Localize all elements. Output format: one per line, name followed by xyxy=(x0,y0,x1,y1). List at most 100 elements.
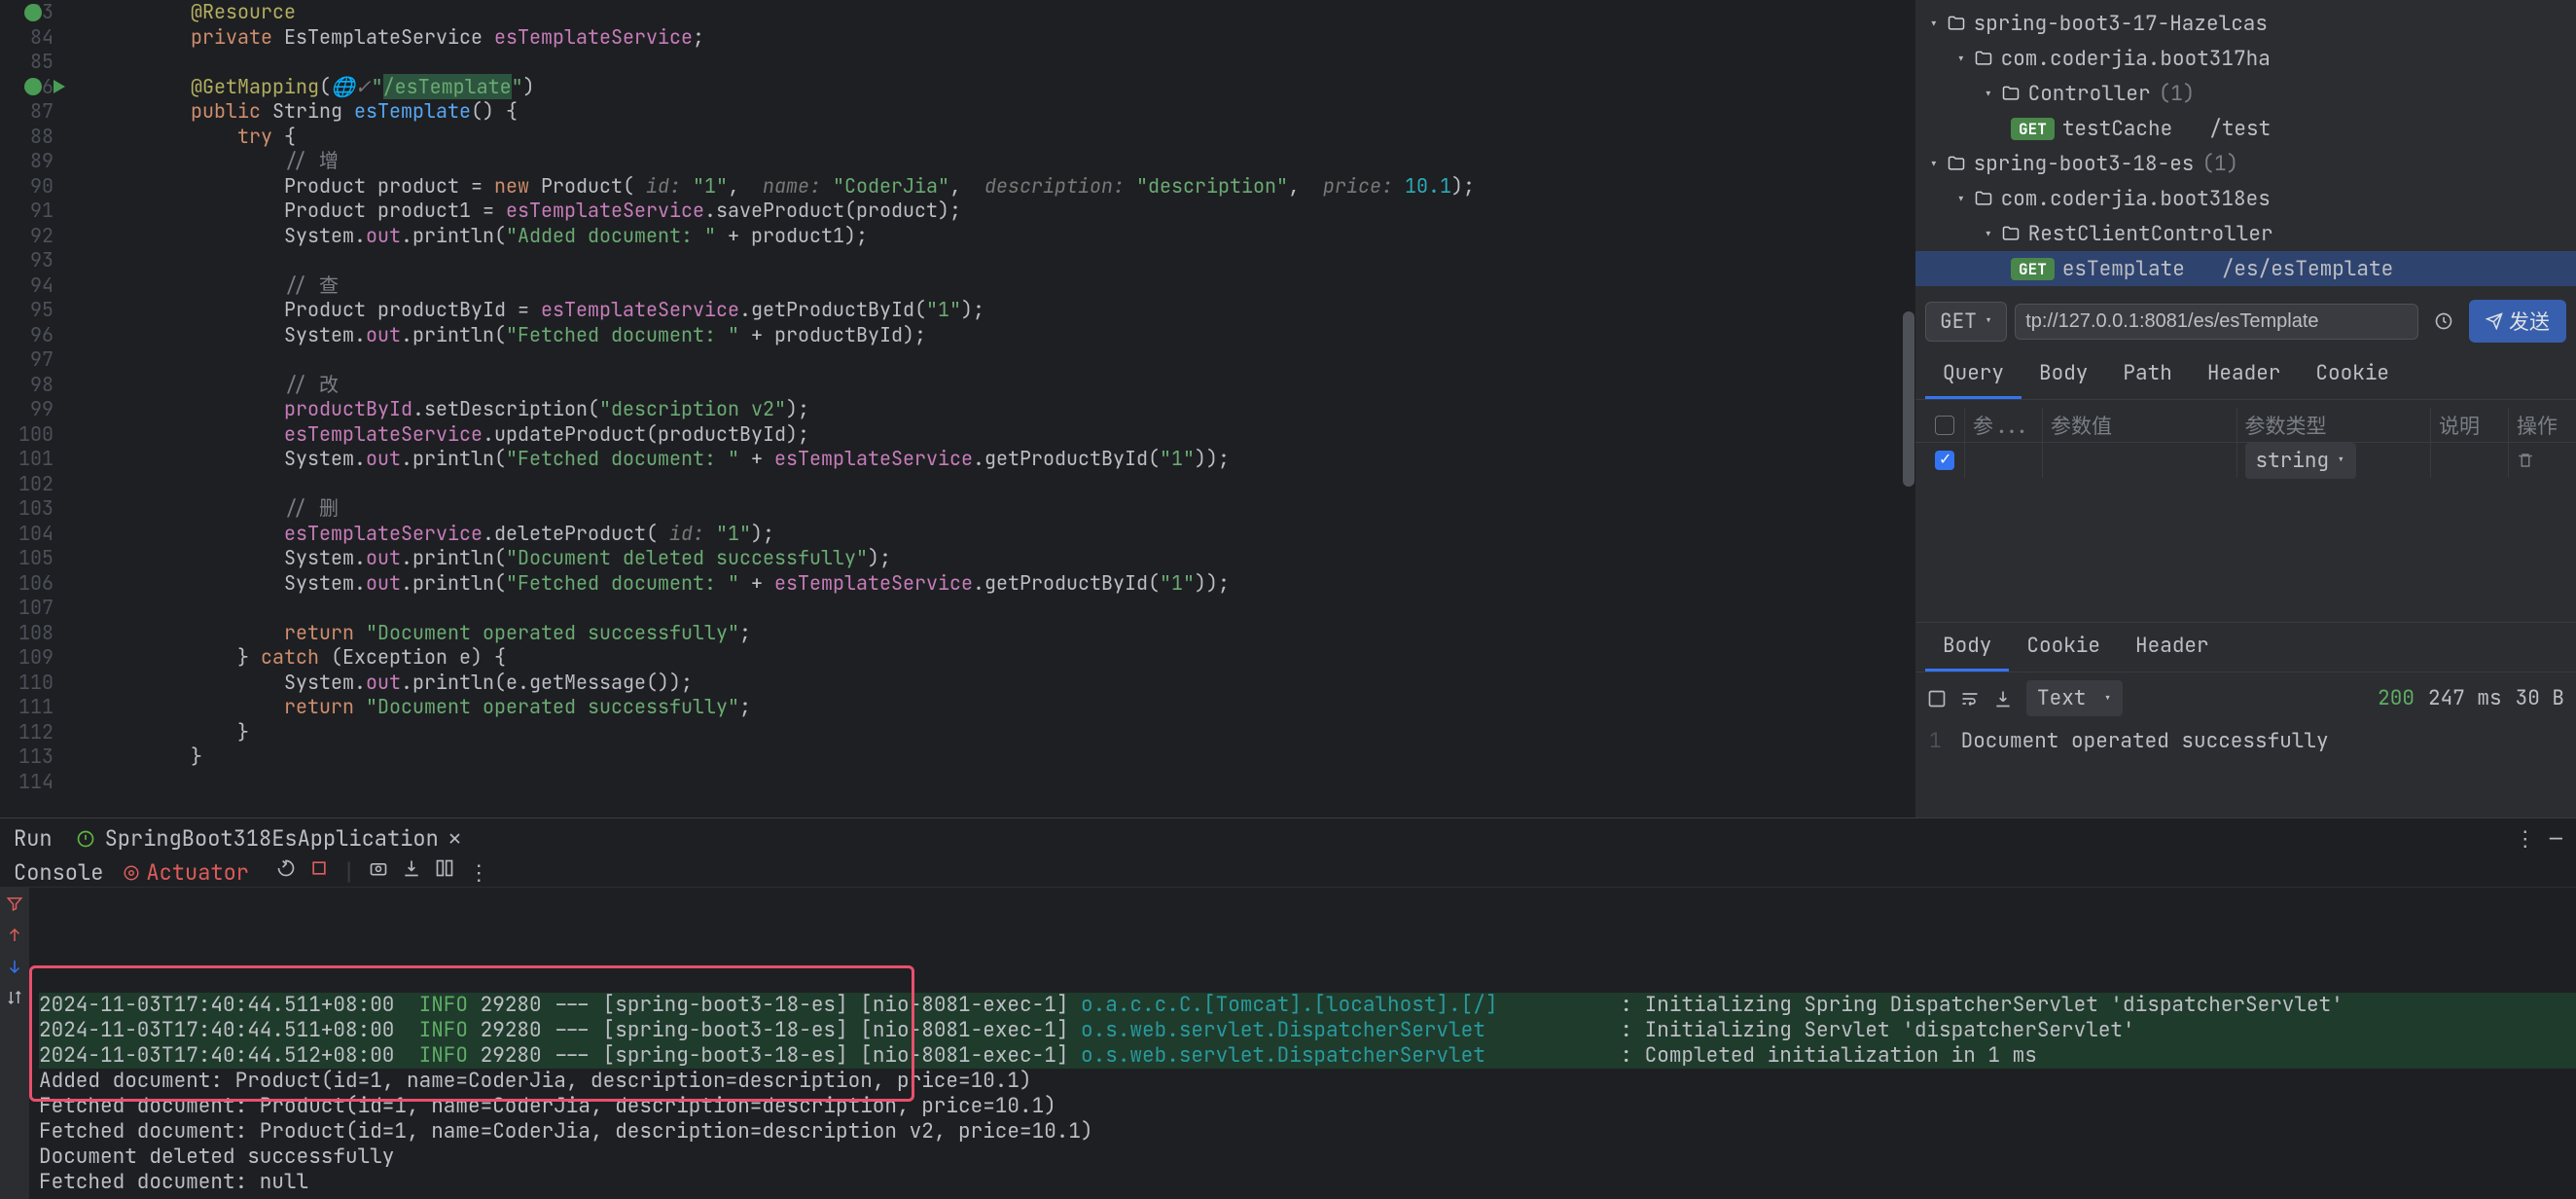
log-line: Document deleted successfully xyxy=(39,1144,2576,1170)
col-value: 参数值 xyxy=(2042,408,2236,442)
filter-icon[interactable] xyxy=(6,895,23,913)
response-time: 247 ms xyxy=(2428,685,2502,711)
format-icon[interactable] xyxy=(1927,689,1947,708)
tab-cookie[interactable]: Cookie xyxy=(2298,350,2407,399)
tree-label: esTemplate xyxy=(2062,256,2185,282)
console-output[interactable]: 2024-11-03T17:40:44.511+08:00 INFO 29280… xyxy=(0,888,2576,1199)
response-body[interactable]: 1 Document operated successfully xyxy=(1915,724,2576,758)
col-desc: 说明 xyxy=(2430,408,2508,442)
spring-bean-icon[interactable] xyxy=(24,4,42,21)
tree-item[interactable]: ▾ com.coderjia.boot318es xyxy=(1915,181,2576,216)
response-toolbar: Text▾ 200 247 ms 30 B xyxy=(1915,672,2576,724)
tree-item[interactable]: ▾spring-boot3-18-es (1) xyxy=(1915,146,2576,181)
tree-label: spring-boot3-18-es xyxy=(1974,151,2195,177)
resp-tab-header[interactable]: Header xyxy=(2118,623,2227,672)
param-checkbox[interactable] xyxy=(1935,451,1954,470)
endpoints-tree: ▾spring-boot3-17-Hazelcas▾com.coderjia.b… xyxy=(1915,0,2576,292)
minimize-icon[interactable]: — xyxy=(2550,824,2562,853)
col-type: 参数类型 xyxy=(2236,408,2431,442)
log-line: 2024-11-03T17:40:44.512+08:00 INFO 29280… xyxy=(39,1043,2576,1069)
tab-path[interactable]: Path xyxy=(2105,350,2189,399)
chevron-down-icon: ▾ xyxy=(1984,84,1993,104)
log-line: Fetched document: null xyxy=(39,1170,2576,1195)
more-icon[interactable]: ⋮ xyxy=(468,858,489,887)
select-all-checkbox[interactable] xyxy=(1935,416,1954,435)
folder-icon xyxy=(1947,154,1966,173)
run-toolwindow-header: Run SpringBoot318EsApplication ✕ ⋮ — xyxy=(0,818,2576,858)
layout-icon[interactable] xyxy=(435,858,454,887)
tree-label: Controller xyxy=(2028,81,2151,107)
export-icon[interactable] xyxy=(402,858,421,887)
more-icon[interactable]: ⋮ xyxy=(2515,824,2536,853)
response-tabs: BodyCookieHeader xyxy=(1915,623,2576,672)
down-arrow-icon[interactable] xyxy=(6,958,23,975)
tab-body[interactable]: Body xyxy=(2021,350,2105,399)
resp-tab-body[interactable]: Body xyxy=(1925,623,2009,672)
stop-icon[interactable] xyxy=(309,858,329,887)
col-name: 参... xyxy=(1964,408,2042,442)
folder-icon xyxy=(1974,49,1993,68)
request-bar: GET▾ 发送 xyxy=(1915,292,2576,350)
request-url-input[interactable] xyxy=(2015,304,2418,340)
folder-icon xyxy=(2001,84,2021,103)
folder-icon xyxy=(1974,189,1993,208)
console-tab[interactable]: Console xyxy=(14,858,103,887)
tab-query[interactable]: Query xyxy=(1925,350,2021,399)
folder-icon xyxy=(2001,224,2021,243)
chevron-down-icon: ▾ xyxy=(1956,189,1966,209)
tree-item[interactable]: GETtestCache/test xyxy=(1915,111,2576,146)
http-client-panel: ▾spring-boot3-17-Hazelcas▾com.coderjia.b… xyxy=(1914,0,2576,818)
http-method-badge: GET xyxy=(2011,118,2055,140)
tree-item[interactable]: ▾ RestClientController xyxy=(1915,216,2576,251)
rerun-icon[interactable] xyxy=(276,858,296,887)
tree-item[interactable]: ▾ com.coderjia.boot317ha xyxy=(1915,41,2576,76)
log-line: Fetched document: Product(id=1, name=Cod… xyxy=(39,1094,2576,1119)
run-gutter-icon[interactable] xyxy=(54,80,65,93)
close-icon[interactable]: ✕ xyxy=(448,824,461,853)
response-format-select[interactable]: Text▾ xyxy=(2026,680,2123,716)
http-method-select[interactable]: GET▾ xyxy=(1925,302,2007,342)
spring-boot-icon xyxy=(76,829,95,849)
tree-label: com.coderjia.boot317ha xyxy=(2001,46,2271,72)
response-size: 30 B xyxy=(2516,685,2564,711)
console-toolbar: Console Actuator | ⋮ xyxy=(0,858,2576,888)
line-gutter: 8384858687888990919293949596979899100101… xyxy=(0,0,73,818)
tree-label: RestClientController xyxy=(2028,221,2273,247)
tab-header[interactable]: Header xyxy=(2190,350,2299,399)
screenshot-icon[interactable] xyxy=(369,858,388,887)
code-area[interactable]: @Resource private EsTemplateService esTe… xyxy=(73,0,1914,818)
download-icon[interactable] xyxy=(1993,689,2013,708)
http-method-badge: GET xyxy=(2011,258,2055,280)
tree-label: spring-boot3-17-Hazelcas xyxy=(1974,11,2268,37)
chevron-down-icon: ▾ xyxy=(2337,452,2344,469)
resp-tab-cookie[interactable]: Cookie xyxy=(2009,623,2118,672)
run-label: Run xyxy=(14,824,53,853)
actuator-tab[interactable]: Actuator xyxy=(123,858,249,887)
tree-item[interactable]: GETesTemplate/es/esTemplate xyxy=(1915,251,2576,286)
tree-label: com.coderjia.boot318es xyxy=(2001,186,2271,212)
up-arrow-icon[interactable] xyxy=(6,926,23,944)
chevron-down-icon: ▾ xyxy=(1984,224,1993,244)
chevron-down-icon: ▾ xyxy=(1956,49,1966,69)
tree-item[interactable]: ▾spring-boot3-17-Hazelcas xyxy=(1915,6,2576,41)
param-type-select[interactable]: string▾ xyxy=(2245,443,2356,479)
run-config-tab[interactable]: SpringBoot318EsApplication ✕ xyxy=(66,818,471,858)
spring-mapping-icon[interactable] xyxy=(24,78,42,95)
param-row[interactable]: string▾ xyxy=(1915,443,2576,478)
log-line: 2024-11-03T17:40:44.511+08:00 INFO 29280… xyxy=(39,993,2576,1018)
editor-pane: 8384858687888990919293949596979899100101… xyxy=(0,0,1914,818)
folder-icon xyxy=(1947,14,1966,33)
col-op: 操作 xyxy=(2508,408,2566,442)
log-line: Added document: Product(id=1, name=Coder… xyxy=(39,1069,2576,1094)
log-line: Fetched document: Product(id=1, name=Cod… xyxy=(39,1119,2576,1144)
trash-icon[interactable] xyxy=(2517,452,2534,469)
request-tabs: QueryBodyPathHeaderCookie xyxy=(1915,350,2576,400)
tree-item[interactable]: ▾Controller (1) xyxy=(1915,76,2576,111)
chevron-down-icon: ▾ xyxy=(1929,154,1939,174)
history-icon[interactable] xyxy=(2426,304,2461,339)
editor-scrollbar[interactable] xyxy=(1903,311,1914,487)
sort-icon[interactable] xyxy=(6,989,23,1006)
send-button[interactable]: 发送 xyxy=(2469,300,2566,343)
wrap-icon[interactable] xyxy=(1960,689,1980,708)
status-code: 200 xyxy=(2378,685,2415,711)
